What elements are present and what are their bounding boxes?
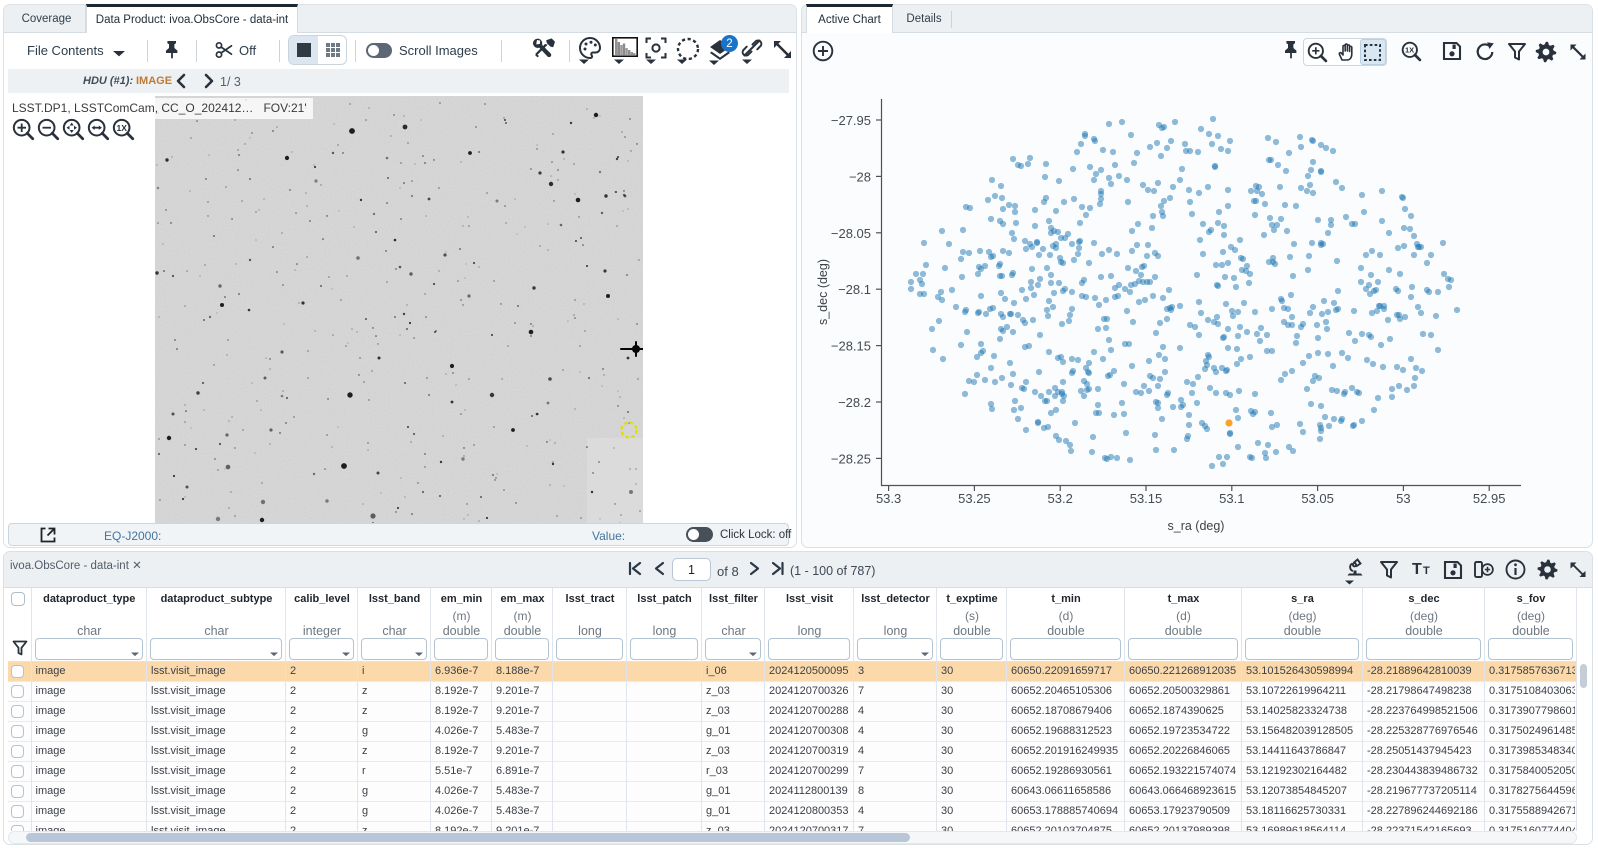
svg-text:T: T [1423,565,1430,577]
svg-text:1X: 1X [1405,46,1414,55]
svg-text:1X: 1X [116,123,127,133]
svg-text:T: T [1412,561,1422,578]
